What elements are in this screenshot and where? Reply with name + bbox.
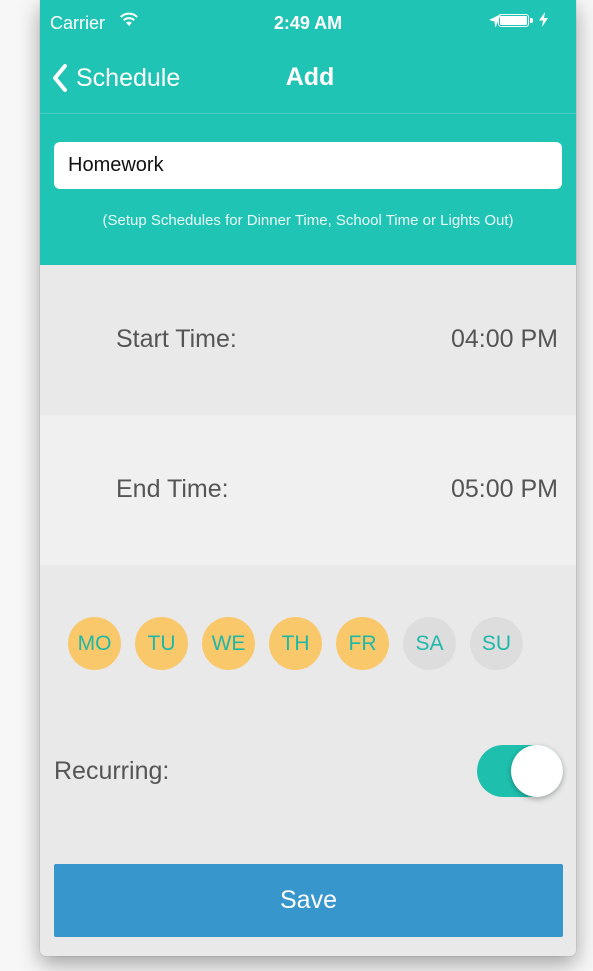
day-toggle-sa[interactable]: SA [403, 617, 456, 670]
charging-bolt-icon [539, 12, 548, 31]
app-screen: Carrier 2:49 AM Schedule Add Homework (S… [40, 0, 576, 956]
day-toggle-tu[interactable]: TU [135, 617, 188, 670]
start-time-label: Start Time: [116, 325, 237, 353]
recurring-label: Recurring: [54, 757, 170, 785]
schedule-name-input[interactable] [54, 142, 562, 189]
save-button[interactable]: Save [54, 864, 563, 937]
start-time-value[interactable]: 04:00 PM [451, 325, 558, 354]
end-time-row[interactable]: End Time: 05:00 PM [40, 415, 576, 565]
day-toggle-fr[interactable]: FR [336, 617, 389, 670]
end-time-value[interactable]: 05:00 PM [451, 475, 558, 504]
nav-bar: Schedule Add [40, 50, 576, 110]
nav-divider [40, 113, 576, 114]
weekday-selector: MO TU WE TH FR SA SU [68, 617, 523, 670]
status-bar: Carrier 2:49 AM [40, 0, 576, 36]
day-toggle-mo[interactable]: MO [68, 617, 121, 670]
start-time-row[interactable]: Start Time: 04:00 PM [40, 265, 576, 415]
day-toggle-th[interactable]: TH [269, 617, 322, 670]
toggle-knob [511, 745, 563, 797]
day-toggle-we[interactable]: WE [202, 617, 255, 670]
hint-text: (Setup Schedules for Dinner Time, School… [102, 212, 514, 229]
page-title: Add [285, 63, 335, 91]
day-toggle-su[interactable]: SU [470, 617, 523, 670]
recurring-toggle[interactable] [477, 745, 563, 797]
header: Carrier 2:49 AM Schedule Add Homework (S… [40, 0, 576, 265]
battery-icon [498, 14, 529, 27]
end-time-label: End Time: [116, 475, 229, 503]
battery-tip [530, 18, 533, 23]
